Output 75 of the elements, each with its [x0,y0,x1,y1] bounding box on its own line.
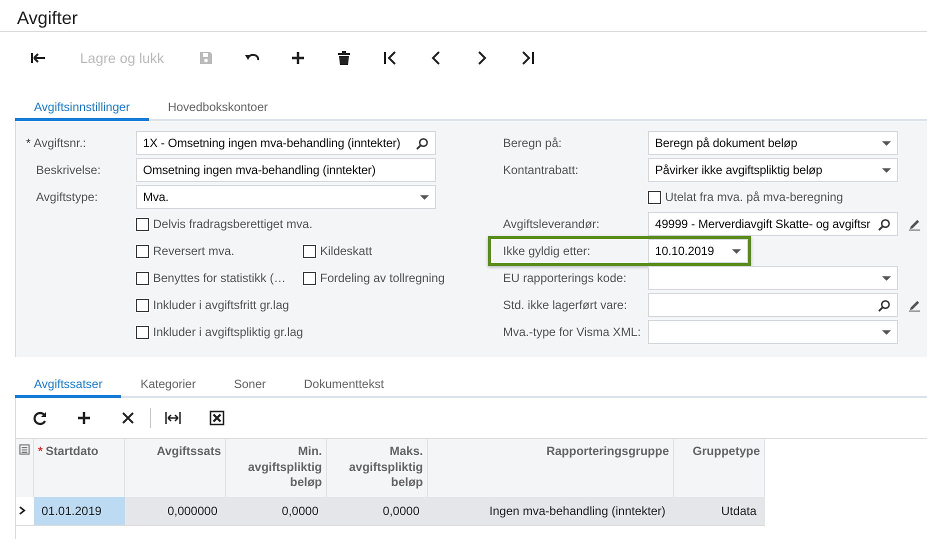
table-cell[interactable]: 0,000000 [124,496,226,526]
refresh-icon[interactable] [32,410,48,426]
input-field[interactable]: Omsetning ingen mva-behandling (inntekter) [136,158,436,182]
dropdown-caret-icon[interactable] [882,330,891,334]
tab[interactable]: Soner [214,371,285,398]
search-icon[interactable] [878,298,891,312]
checkbox-label: Inkluder i avgiftsfritt gr.lag [153,298,290,312]
dropdown-caret-icon[interactable] [882,140,891,146]
dropdown-caret-icon[interactable] [732,248,741,254]
date-field[interactable]: 10.10.2019 [648,239,748,263]
column-header[interactable]: Avgiftssats [156,444,221,460]
checkbox-label: Kildeskatt [320,244,372,258]
search-icon[interactable] [416,136,429,150]
dropdown-field[interactable]: Mva. [136,185,436,209]
plus-icon[interactable] [290,50,306,66]
tab[interactable]: Avgiftssatser [15,371,122,398]
fit-columns-icon[interactable] [165,410,181,426]
tab[interactable]: Dokumenttekst [284,371,403,398]
table-cell[interactable]: 01.01.2019 [34,496,124,526]
edit-pencil-icon[interactable] [908,218,921,230]
required-mark: * [26,136,31,150]
checkbox[interactable] [136,218,149,230]
field-label: Avgiftsnr.: [34,136,86,150]
field-label: Mva.-type for Visma XML: [502,325,642,339]
dropdown-field[interactable]: Beregn på dokument beløp [648,131,898,155]
field-label: Kontantrabatt: [502,163,580,177]
first-page-icon[interactable] [382,50,398,66]
back-arrow-icon[interactable] [30,50,46,66]
lookup-field[interactable]: 49999 - Merverdiavgift Skatte- og avgiftsr [648,212,898,236]
checkbox[interactable] [136,326,149,338]
page-title: Avgifter [0,0,927,32]
checkbox-label: Benyttes for statistikk (… [153,271,286,285]
dropdown-field[interactable]: Påvirker ikke avgiftspliktig beløp [648,158,898,182]
table-cell[interactable]: Utdata [674,496,764,526]
dropdown-caret-icon[interactable] [420,194,429,200]
required-mark: * [38,444,43,458]
checkbox-label: Delvis fradragsberettiget mva. [153,217,312,231]
checkbox-label: Reversert mva. [153,244,234,258]
checkbox[interactable] [303,272,316,284]
checkbox[interactable] [648,190,661,204]
field-label: EU rapporterings kode: [502,271,628,285]
dropdown-field[interactable] [648,320,898,344]
field-label: Avgiftsleverandør: [502,217,600,231]
field-label: Beregn på: [502,136,563,150]
checkbox-label: Inkluder i avgiftspliktig gr.lag [153,325,304,339]
last-page-icon[interactable] [520,50,536,66]
checkbox[interactable] [303,244,316,258]
lookup-field[interactable]: 1X - Omsetning ingen mva-behandling (inntekter) [136,131,436,155]
tab[interactable]: Kategorier [121,371,215,398]
column-chooser-icon[interactable] [19,444,30,455]
checkbox[interactable] [136,298,149,312]
checkbox-label: Utelat fra mva. på mva-beregning [665,190,844,204]
field-label: Beskrivelse: [36,163,101,177]
column-header[interactable]: Startdato [46,444,98,460]
checkbox[interactable] [136,272,149,284]
checkbox-label: Fordeling av tollregning [320,271,445,285]
table-cell[interactable]: Ingen mva-behandling (inntekter) [428,496,674,526]
edit-pencil-icon[interactable] [908,298,921,312]
checkbox[interactable] [136,244,149,258]
trash-icon[interactable] [336,50,352,66]
field-label: Avgiftstype: [36,190,98,204]
table-cell[interactable]: 0,0000 [326,496,428,526]
search-icon[interactable] [878,218,891,230]
table-cell[interactable]: 0,0000 [226,496,326,526]
plus-icon[interactable] [76,410,92,426]
excel-export-icon[interactable] [209,410,225,426]
column-header[interactable]: Rapporteringsgruppe [546,444,669,460]
field-label: Std. ikke lagerført vare: [502,298,628,312]
tab[interactable]: Hovedbokskontoer [148,94,287,121]
dropdown-caret-icon[interactable] [882,276,891,280]
lookup-field[interactable] [648,293,898,317]
dropdown-caret-icon[interactable] [882,168,891,172]
close-icon[interactable] [120,410,136,426]
dropdown-field[interactable] [648,266,898,290]
field-label: Ikke gyldig etter: [502,244,592,258]
